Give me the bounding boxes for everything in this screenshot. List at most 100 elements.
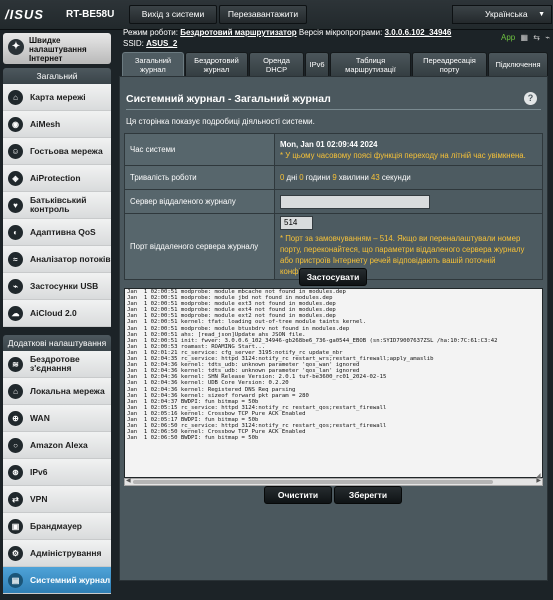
tab-dhcp-leases[interactable]: Оренда DHCP <box>249 52 304 76</box>
chevron-down-icon: ▼ <box>538 11 545 18</box>
apply-button[interactable]: Застосувати <box>299 268 367 286</box>
sidebar-item-wan[interactable]: ⊕ WAN <box>3 405 111 432</box>
sidebar-item-label: Бездротове з'єднання <box>30 354 80 373</box>
globe-icon: ⊕ <box>8 411 23 426</box>
tab-connections[interactable]: Підключення <box>488 52 548 76</box>
quick-setup-label: Швидке налаштування Інтернет <box>29 36 87 63</box>
sidebar-item-label: Amazon Alexa <box>30 439 88 450</box>
status-icons: App ▦ ⇆ ⌁ <box>498 33 550 42</box>
ssid-label: SSID: <box>123 39 144 48</box>
dst-note: * У цьому часовому поясі функція переход… <box>280 150 526 160</box>
tab-wireless-log[interactable]: Бездротовий журнал <box>185 52 248 76</box>
uptime-minutes-unit: хвилини <box>338 173 369 182</box>
sidebar-item-ipv6[interactable]: ⊛ IPv6 <box>3 459 111 486</box>
scroll-left-icon[interactable]: ◀ <box>126 477 131 484</box>
uptime-days: 0 <box>280 173 285 182</box>
uptime-value: 0 дні 0 години 9 хвилини 43 секунди <box>274 165 543 190</box>
sidebar-item-lan[interactable]: ⌂ Локальна мережа <box>3 378 111 405</box>
sidebar-item-network-map[interactable]: ⌂ Карта мережі <box>3 84 111 111</box>
sidebar-item-label: Локальна мережа <box>30 385 105 396</box>
scrollbar-thumb[interactable] <box>133 480 493 484</box>
quick-setup-button[interactable]: ✦ Швидке налаштування Інтернет <box>3 33 111 64</box>
language-select[interactable]: Українська ▼ <box>452 5 552 24</box>
sidebar-item-label: Застосунки USB <box>30 280 99 291</box>
page-title: Системний журнал - Загальний журнал <box>126 93 331 105</box>
usb-status-icon[interactable]: ⌁ <box>545 33 550 42</box>
log-line: Jan 1 02:00:51 init: fwver: 3.0.0.6_102_… <box>127 337 498 344</box>
sidebar-item-label: Карта мережі <box>30 91 86 102</box>
horizontal-scrollbar[interactable]: ◀ ▶ <box>124 478 543 486</box>
app-label[interactable]: App <box>501 33 515 42</box>
sidebar-item-parental-control[interactable]: ♥ Батьківський контроль <box>3 192 111 219</box>
sidebar-item-guest-network[interactable]: ☺ Гостьова мережа <box>3 138 111 165</box>
network-icon[interactable]: ⇆ <box>533 33 540 42</box>
remote-server-input[interactable] <box>280 194 430 209</box>
log-line: Jan 1 02:06:50 BWDPI: fun bitmap = 50b <box>127 435 259 442</box>
log-textarea[interactable]: Jan 1 02:00:51 modprobe: module mbcache … <box>124 288 543 478</box>
general-section-title: Загальний <box>3 68 111 84</box>
scroll-right-icon[interactable]: ▶ <box>536 477 541 484</box>
remote-server-label: Сервер віддаленого журналу <box>124 189 275 214</box>
firmware-link[interactable]: 3.0.0.6.102_34946 <box>385 28 452 37</box>
sidebar-item-label: IPv6 <box>30 466 48 477</box>
sidebar-item-aiprotection[interactable]: ◈ AiProtection <box>3 165 111 192</box>
mode-link[interactable]: Бездротовий маршрутизатор <box>180 28 296 37</box>
sidebar-item-wireless[interactable]: ≋ Бездротове з'єднання <box>3 351 111 378</box>
system-time-cell: Mon, Jan 01 02:09:44 2024 * У цьому часо… <box>274 133 543 166</box>
remote-port-input[interactable]: 514 <box>280 216 313 230</box>
guest-icon: ☺ <box>8 144 23 159</box>
parental-icon: ♥ <box>8 198 23 213</box>
firewall-icon: ▣ <box>8 519 23 534</box>
sidebar-item-vpn[interactable]: ⇄ VPN <box>3 486 111 513</box>
sidebar-item-aicloud[interactable]: ☁ AiCloud 2.0 <box>3 300 111 327</box>
top-bar: /ISUS RT-BE58U Вихід з системи Перезаван… <box>0 0 553 30</box>
tab-general-log[interactable]: Загальний журнал <box>122 52 184 76</box>
sidebar-item-usb-apps[interactable]: ⌁ Застосунки USB <box>3 273 111 300</box>
sidebar-item-system-log[interactable]: ▤ Системний журнал <box>3 567 111 594</box>
sidebar-item-alexa[interactable]: ○ Amazon Alexa <box>3 432 111 459</box>
advanced-menu: ≋ Бездротове з'єднання ⌂ Локальна мережа ⊕… <box>3 351 111 594</box>
model-name: RT-BE58U <box>66 9 115 20</box>
syslog-icon: ▤ <box>8 573 23 588</box>
help-icon[interactable]: ? <box>524 92 537 105</box>
tab-ipv6[interactable]: IPv6 <box>305 52 329 76</box>
sidebar-item-aimesh[interactable]: ◉ AiMesh <box>3 111 111 138</box>
sidebar-item-label: Аналізатор потоків <box>30 253 111 264</box>
sidebar-item-label: AiMesh <box>30 118 61 129</box>
page-description: Ця сторінка показує подробиці діяльності… <box>126 117 315 126</box>
vpn-icon: ⇄ <box>8 492 23 507</box>
sidebar-item-qos[interactable]: ◐ Адаптивна QoS <box>3 219 111 246</box>
system-time-value: Mon, Jan 01 02:09:44 2024 <box>280 139 378 149</box>
sidebar-item-administration[interactable]: ⚙ Адміністрування <box>3 540 111 567</box>
clear-button[interactable]: Очистити <box>264 486 332 504</box>
uptime-days-unit: дні <box>286 173 298 182</box>
ssid-link[interactable]: ASUS_2 <box>146 39 177 48</box>
ssid-line: SSID: ASUS_2 <box>123 39 177 48</box>
sidebar-item-traffic-analyzer[interactable]: ≈ Аналізатор потоків <box>3 246 111 273</box>
uptime-hours-unit: години <box>305 173 331 182</box>
language-value: Українська <box>485 9 528 19</box>
divider <box>126 109 541 110</box>
sidebar-item-label: Брандмауер <box>30 520 82 531</box>
mode-label: Режим роботи: <box>123 28 178 37</box>
sidebar-item-label: Батьківський контроль <box>30 195 87 214</box>
sidebar-item-firewall[interactable]: ▣ Брандмауер <box>3 513 111 540</box>
remote-port-label: Порт віддаленого сервера журналу <box>124 213 275 280</box>
tab-bar: Загальний журнал Бездротовий журнал Орен… <box>122 52 548 76</box>
sidebar-item-label: Системний журнал <box>30 574 111 585</box>
logout-button[interactable]: Вихід з системи <box>129 5 217 24</box>
system-time-label: Час системи <box>124 133 275 166</box>
firmware-label: Версія мікропрограми: <box>298 28 383 37</box>
save-button[interactable]: Зберегти <box>334 486 402 504</box>
tab-port-forwarding[interactable]: Переадресація порту <box>412 52 487 76</box>
general-menu: ⌂ Карта мережі ◉ AiMesh ☺ Гостьова мережа ◈… <box>3 84 111 327</box>
qr-icon[interactable]: ▦ <box>520 33 528 42</box>
reboot-button[interactable]: Перезавантажити <box>219 5 307 24</box>
map-icon: ⌂ <box>8 90 23 105</box>
tab-routing-table[interactable]: Таблиця маршрутизації <box>330 52 411 76</box>
shield-icon: ◈ <box>8 171 23 186</box>
settings-table: Час системи Mon, Jan 01 02:09:44 2024 * … <box>124 133 543 280</box>
sidebar-item-label: AiCloud 2.0 <box>30 307 77 318</box>
sidebar-item-label: VPN <box>30 493 48 504</box>
usb-icon: ⌁ <box>8 279 23 294</box>
